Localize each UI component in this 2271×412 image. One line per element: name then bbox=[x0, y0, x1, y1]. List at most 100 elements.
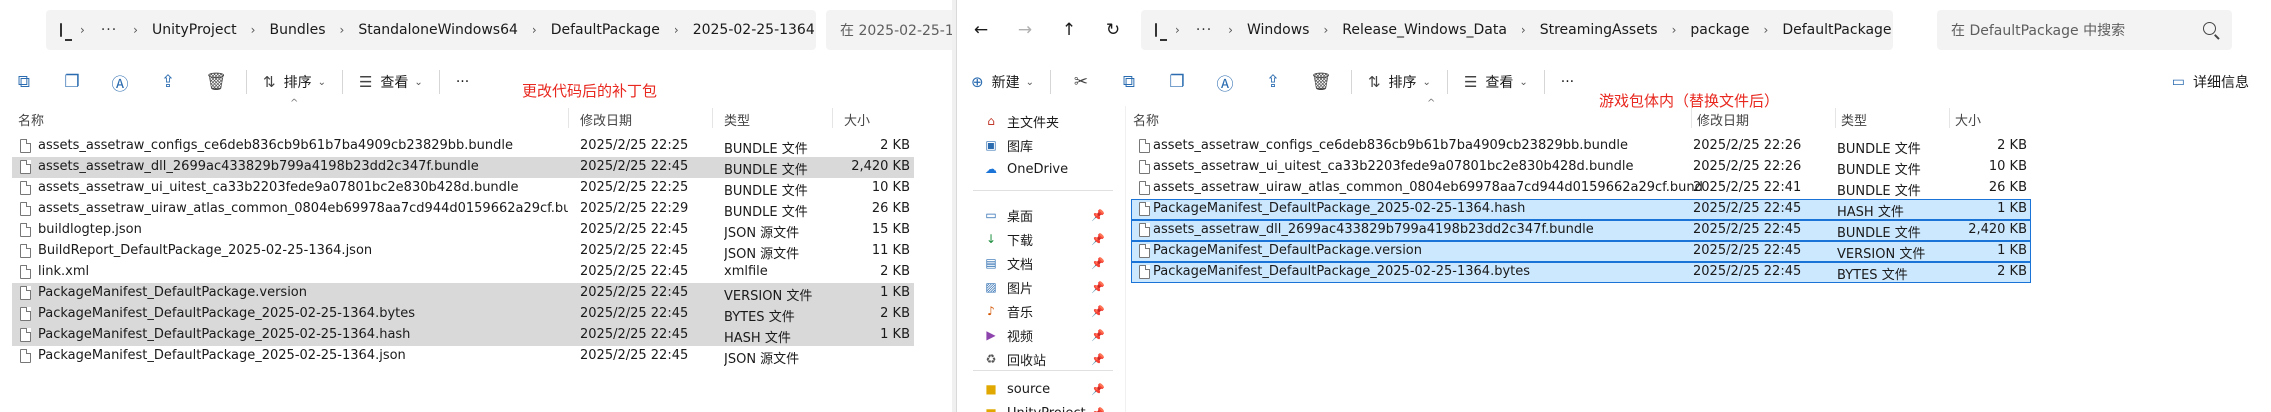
file-row[interactable]: assets_assetraw_uiraw_atlas_common_0804e… bbox=[1131, 178, 2031, 199]
file-row[interactable]: PackageManifest_DefaultPackage.version 20… bbox=[12, 283, 914, 304]
column-date[interactable]: 修改日期 bbox=[1697, 110, 1749, 129]
breadcrumb-item[interactable]: UnityProject bbox=[146, 22, 243, 38]
sidebar-item[interactable]: ■ UnityProject 📌 bbox=[957, 402, 1125, 412]
file-size: 26 KB bbox=[1988, 180, 2027, 195]
forward-button[interactable]: → bbox=[1003, 10, 1047, 50]
file-row[interactable]: assets_assetraw_uiraw_atlas_common_0804e… bbox=[12, 199, 914, 220]
file-row[interactable]: assets_assetraw_dll_2699ac433829b799a419… bbox=[12, 157, 914, 178]
column-divider[interactable] bbox=[712, 108, 713, 128]
up-button[interactable]: ↑ bbox=[1047, 10, 1091, 50]
more-options-button[interactable]: ··· bbox=[446, 62, 479, 102]
delete-icon[interactable]: 🗑 bbox=[1297, 62, 1345, 102]
column-divider[interactable] bbox=[1691, 108, 1692, 128]
view-button[interactable]: ☰ 查看 ⌄ bbox=[1454, 62, 1538, 102]
this-pc-icon[interactable] bbox=[60, 23, 72, 41]
copy-path-icon[interactable]: ⧉ bbox=[0, 62, 48, 102]
column-divider[interactable] bbox=[1949, 108, 1950, 128]
copy-icon[interactable]: ❐ bbox=[48, 62, 96, 102]
share-icon[interactable]: ⇪ bbox=[144, 62, 192, 102]
breadcrumb-item[interactable]: DefaultPackage bbox=[545, 22, 666, 38]
breadcrumb-item[interactable]: 2025-02-25-1364 bbox=[687, 22, 816, 38]
column-divider[interactable] bbox=[1835, 108, 1836, 128]
refresh-button[interactable]: ↻ bbox=[1091, 10, 1135, 50]
sidebar-item[interactable]: ♪ 音乐 📌 bbox=[957, 300, 1125, 322]
breadcrumb-item[interactable]: Windows bbox=[1241, 22, 1316, 38]
file-row[interactable]: assets_assetraw_ui_uitest_ca33b2203fede9… bbox=[12, 178, 914, 199]
breadcrumb-item[interactable]: StandaloneWindows64 bbox=[352, 22, 524, 38]
pin-icon[interactable]: 📌 bbox=[1091, 257, 1105, 270]
paste-icon[interactable]: ❐ bbox=[1153, 62, 1201, 102]
sidebar-item[interactable]: ⌂ 主文件夹 bbox=[957, 110, 1125, 132]
search-icon[interactable] bbox=[2203, 22, 2216, 35]
column-divider[interactable] bbox=[832, 108, 833, 128]
cut-icon[interactable]: ✂ bbox=[1057, 62, 1105, 102]
sidebar-item[interactable]: ▤ 文档 📌 bbox=[957, 252, 1125, 274]
column-type[interactable]: 类型 bbox=[724, 110, 750, 129]
file-row[interactable]: assets_assetraw_configs_ce6deb836cb9b61b… bbox=[12, 136, 914, 157]
pin-icon[interactable]: 📌 bbox=[1091, 305, 1105, 318]
sidebar-item[interactable]: ▣ 图库 bbox=[957, 134, 1125, 156]
sort-button[interactable]: ⇅ 排序 ⌄ bbox=[1358, 62, 1441, 102]
address-bar[interactable]: › ··· › Windows › Release_Windows_Data ›… bbox=[1141, 10, 1893, 50]
details-pane-button[interactable]: ▭ 详细信息 bbox=[2172, 62, 2249, 102]
breadcrumb-item[interactable]: Release_Windows_Data bbox=[1336, 22, 1513, 38]
pin-icon[interactable]: 📌 bbox=[1091, 407, 1105, 412]
file-row[interactable]: assets_assetraw_dll_2699ac433829b799a419… bbox=[1131, 220, 2031, 241]
pin-icon[interactable]: 📌 bbox=[1091, 209, 1105, 222]
rename-icon[interactable]: Ⓐ bbox=[1201, 62, 1249, 102]
file-row[interactable]: PackageManifest_DefaultPackage_2025-02-2… bbox=[12, 346, 914, 367]
file-row[interactable]: PackageManifest_DefaultPackage_2025-02-2… bbox=[1131, 199, 2031, 220]
address-bar[interactable]: › ··· › UnityProject › Bundles › Standal… bbox=[46, 10, 816, 50]
file-row[interactable]: PackageManifest_DefaultPackage_2025-02-2… bbox=[1131, 262, 2031, 283]
breadcrumb-item[interactable]: DefaultPackage bbox=[1776, 22, 1893, 38]
sort-button[interactable]: ⇅ 排序 ⌄ bbox=[253, 62, 336, 102]
file-row[interactable]: buildlogtep.json 2025/2/25 22:45 JSON 源文件 1… bbox=[12, 220, 914, 241]
this-pc-icon[interactable] bbox=[1155, 23, 1167, 41]
file-row[interactable]: link.xml 2025/2/25 22:45 xmlfile 2 KB bbox=[12, 262, 914, 283]
pin-icon[interactable]: 📌 bbox=[1091, 233, 1105, 246]
pane-divider[interactable] bbox=[1125, 106, 1126, 412]
more-path-icon[interactable]: ··· bbox=[1188, 22, 1220, 38]
pin-icon[interactable]: 📌 bbox=[1091, 383, 1105, 396]
file-row[interactable]: PackageManifest_DefaultPackage_2025-02-2… bbox=[12, 304, 914, 325]
file-row[interactable]: BuildReport_DefaultPackage_2025-02-25-13… bbox=[12, 241, 914, 262]
sidebar-item[interactable]: ▭ 桌面 📌 bbox=[957, 204, 1125, 226]
search-input[interactable]: 在 DefaultPackage 中搜索 bbox=[1937, 10, 2232, 50]
more-options-button[interactable]: ··· bbox=[1551, 62, 1584, 102]
copy-path-icon[interactable]: ⧉ bbox=[1105, 62, 1153, 102]
breadcrumb-item[interactable]: StreamingAssets bbox=[1534, 22, 1664, 38]
new-button[interactable]: ⊕ 新建 ⌄ bbox=[957, 62, 1044, 102]
view-button[interactable]: ☰ 查看 ⌄ bbox=[349, 62, 433, 102]
column-divider[interactable] bbox=[568, 108, 569, 128]
pin-icon[interactable]: 📌 bbox=[1091, 353, 1105, 366]
sidebar-item[interactable]: ■ source 📌 bbox=[957, 378, 1125, 400]
sidebar-item[interactable]: ▶ 视频 📌 bbox=[957, 324, 1125, 346]
file-row[interactable]: PackageManifest_DefaultPackage.version 20… bbox=[1131, 241, 2031, 262]
pin-icon[interactable]: 📌 bbox=[1091, 281, 1105, 294]
breadcrumb-item[interactable]: Bundles bbox=[263, 22, 331, 38]
file-row[interactable]: assets_assetraw_configs_ce6deb836cb9b61b… bbox=[1131, 136, 2031, 157]
column-name[interactable]: 名称 bbox=[1133, 110, 1159, 129]
delete-icon[interactable]: 🗑 bbox=[192, 62, 240, 102]
sidebar-divider bbox=[973, 370, 1113, 371]
rename-icon[interactable]: Ⓐ bbox=[96, 62, 144, 102]
column-type[interactable]: 类型 bbox=[1841, 110, 1867, 129]
column-name[interactable]: 名称 bbox=[18, 110, 44, 129]
sidebar-item[interactable]: ☁ OneDrive bbox=[957, 158, 1125, 180]
sidebar-item[interactable]: ♻ 回收站 📌 bbox=[957, 348, 1125, 370]
search-input[interactable]: 在 2025-02-25-136 bbox=[826, 10, 952, 50]
breadcrumb-item[interactable]: package bbox=[1684, 22, 1755, 38]
column-size[interactable]: 大小 bbox=[844, 110, 870, 129]
column-date[interactable]: 修改日期 bbox=[580, 110, 632, 129]
column-size[interactable]: 大小 bbox=[1955, 110, 1981, 129]
file-icon bbox=[1139, 139, 1150, 153]
more-path-icon[interactable]: ··· bbox=[93, 22, 125, 38]
sidebar-item[interactable]: ↓ 下载 📌 bbox=[957, 228, 1125, 250]
file-row[interactable]: PackageManifest_DefaultPackage_2025-02-2… bbox=[12, 325, 914, 346]
chevron-down-icon: ⌄ bbox=[414, 76, 423, 88]
sidebar-item[interactable]: ▨ 图片 📌 bbox=[957, 276, 1125, 298]
back-button[interactable]: ← bbox=[959, 10, 1003, 50]
pin-icon[interactable]: 📌 bbox=[1091, 329, 1105, 342]
share-icon[interactable]: ⇪ bbox=[1249, 62, 1297, 102]
file-row[interactable]: assets_assetraw_ui_uitest_ca33b2203fede9… bbox=[1131, 157, 2031, 178]
